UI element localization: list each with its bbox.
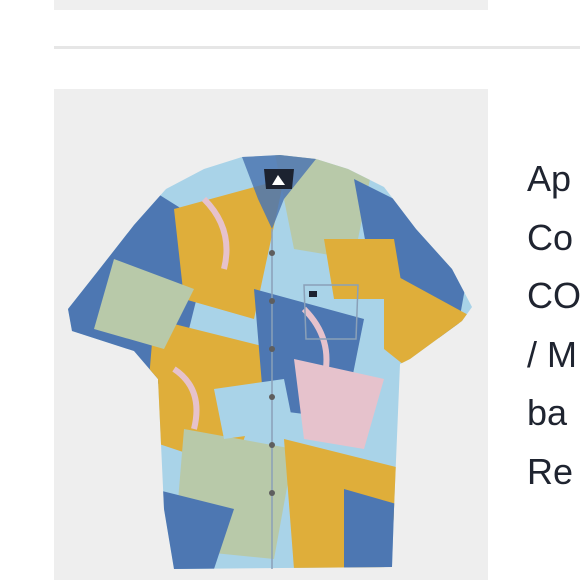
details-line: Ap xyxy=(527,158,572,199)
details-line: ba xyxy=(527,392,568,433)
details-line: Re xyxy=(527,450,574,492)
details-line: Co xyxy=(527,216,574,258)
product-page: Ap Co CO / M ba Re xyxy=(0,0,580,580)
details-line: CO xyxy=(527,275,580,316)
details-line: / M xyxy=(527,333,577,375)
section-divider xyxy=(54,46,580,49)
product-details-text: Ap Co CO / M ba Re xyxy=(527,150,580,501)
product-image[interactable] xyxy=(54,89,488,580)
previous-image-edge xyxy=(54,0,488,10)
shirt-image xyxy=(68,155,472,569)
